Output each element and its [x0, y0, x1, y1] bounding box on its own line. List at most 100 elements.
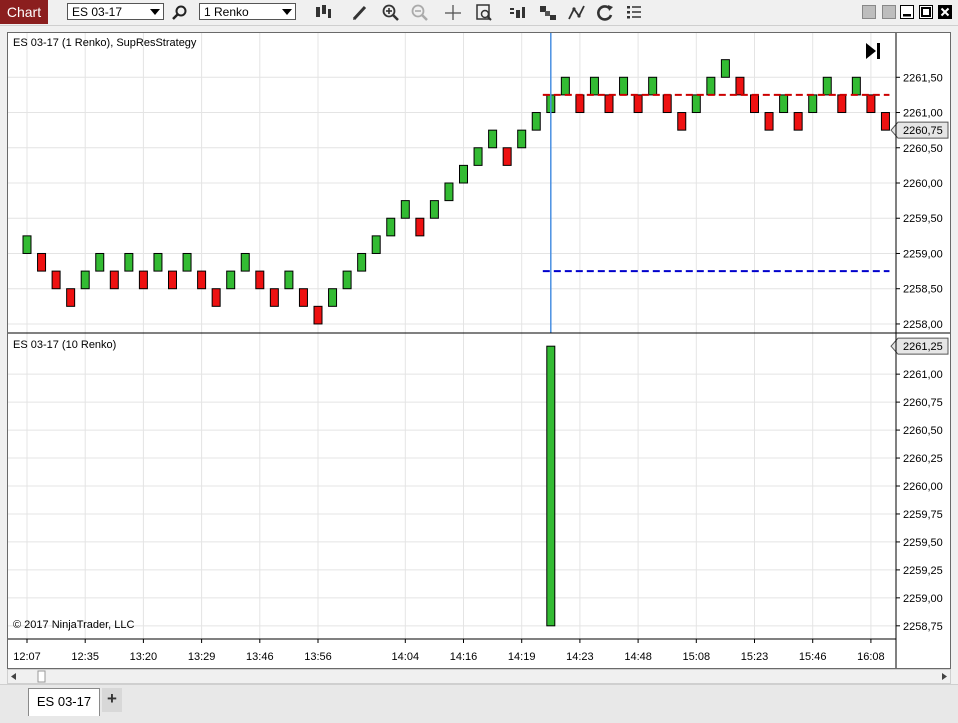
time-tick-label: 12:35 [71, 651, 99, 663]
renko-brick-down [269, 288, 279, 307]
draw-tool-icon[interactable] [350, 3, 370, 22]
add-tab-button[interactable]: + [102, 688, 122, 712]
renko-brick-down [211, 288, 221, 307]
renko-brick-down [880, 112, 890, 131]
bottom-current-price-marker: 2261,25 [890, 337, 949, 355]
minimize-icon[interactable] [900, 5, 914, 19]
tile-right-button[interactable] [882, 5, 896, 19]
tile-left-button[interactable] [862, 5, 876, 19]
renko-brick-up [546, 345, 556, 627]
renko-brick-up [779, 94, 789, 114]
renko-brick-up [488, 129, 498, 149]
renko-brick-up [619, 76, 629, 96]
renko-brick-down [109, 270, 119, 290]
renko-brick-up [386, 217, 396, 237]
top-current-price-marker: 2260,75 [890, 121, 949, 139]
toolbar: Chart ES 03-17 1 Renko [0, 0, 958, 26]
maximize-icon[interactable] [919, 5, 933, 19]
instrument-value: ES 03-17 [72, 5, 123, 19]
instrument-selector[interactable]: ES 03-17 [67, 3, 164, 20]
zoom-out-icon[interactable] [410, 3, 430, 22]
renko-brick-down [764, 112, 774, 131]
renko-brick-down [51, 270, 61, 290]
horizontal-scrollbar[interactable] [7, 669, 951, 684]
renko-brick-up [371, 235, 381, 254]
renko-brick-down [37, 252, 47, 272]
renko-brick-up [444, 182, 454, 202]
price-tick-label: 2260,50 [903, 425, 943, 437]
bottom-panel-label: ES 03-17 (10 Renko) [13, 339, 117, 351]
price-tick-label: 2260,00 [903, 178, 943, 190]
crosshair-icon[interactable] [443, 3, 463, 22]
renko-brick-down [677, 112, 687, 131]
time-tick-label: 15:08 [683, 651, 711, 663]
time-tick-label: 14:16 [450, 651, 478, 663]
price-tick-label: 2261,00 [903, 369, 943, 381]
zoom-in-icon[interactable] [381, 3, 401, 22]
renko-brick-down [735, 76, 745, 96]
renko-brick-down [298, 288, 308, 307]
renko-brick-up [517, 129, 527, 149]
price-tick-label: 2259,25 [903, 565, 943, 577]
time-tick-label: 13:29 [188, 651, 216, 663]
svg-text:2260,75: 2260,75 [903, 125, 943, 137]
scroll-thumb[interactable] [37, 670, 46, 683]
time-tick-label: 14:19 [508, 651, 536, 663]
scroll-left-icon[interactable] [11, 673, 16, 680]
time-tick-label: 13:56 [304, 651, 332, 663]
time-tick-label: 14:48 [624, 651, 652, 663]
renko-brick-down [837, 94, 847, 114]
time-tick-label: 16:08 [857, 651, 885, 663]
search-icon[interactable] [170, 3, 190, 22]
renko-brick-down [633, 94, 643, 114]
time-tick-label: 12:07 [13, 651, 41, 663]
renko-brick-up [124, 252, 134, 272]
drawing-objects-icon[interactable] [567, 3, 587, 22]
price-tick-label: 2258,50 [903, 284, 943, 296]
renko-brick-up [851, 76, 861, 96]
jump-to-end-icon[interactable] [866, 43, 880, 59]
properties-icon[interactable] [624, 3, 644, 22]
chart-menu-button[interactable]: Chart [0, 0, 48, 24]
renko-brick-up [429, 200, 439, 219]
time-tick-label: 14:04 [392, 651, 420, 663]
scroll-right-icon[interactable] [942, 673, 947, 680]
time-tick-label: 15:23 [741, 651, 769, 663]
price-tick-label: 2259,00 [903, 593, 943, 605]
refresh-icon[interactable] [595, 3, 615, 22]
indicators-icon[interactable] [538, 3, 558, 22]
renko-brick-up [691, 94, 701, 114]
renko-brick-down [604, 94, 614, 114]
copyright-text: © 2017 NinjaTrader, LLC [13, 619, 135, 631]
renko-brick-up [182, 252, 192, 272]
renko-brick-down [313, 305, 323, 325]
renko-brick-up [400, 200, 410, 219]
price-tick-label: 2258,75 [903, 621, 943, 633]
renko-brick-up [22, 235, 32, 254]
renko-brick-down [750, 94, 759, 114]
renko-brick-up [342, 270, 352, 290]
renko-brick-up [648, 76, 658, 96]
period-selector[interactable]: 1 Renko [199, 3, 296, 20]
bar-type-icon[interactable] [313, 3, 333, 22]
price-tick-label: 2261,50 [903, 72, 943, 84]
strategies-icon[interactable] [507, 3, 527, 22]
chevron-down-icon [150, 9, 160, 15]
price-tick-label: 2260,25 [903, 453, 943, 465]
renko-brick-up [240, 252, 250, 272]
data-box-icon[interactable] [474, 3, 494, 22]
renko-brick-down [66, 288, 76, 307]
renko-brick-up [822, 76, 832, 96]
close-icon[interactable] [938, 5, 952, 19]
price-tick-label: 2259,00 [903, 248, 943, 260]
price-tick-label: 2259,75 [903, 509, 943, 521]
time-tick-label: 13:20 [130, 651, 158, 663]
renko-brick-down [575, 94, 585, 114]
renko-brick-up [808, 94, 818, 114]
price-tick-label: 2258,00 [903, 319, 943, 331]
time-tick-label: 14:23 [566, 651, 594, 663]
tab-es-03-17[interactable]: ES 03-17 [28, 688, 100, 716]
chart-area[interactable]: 12:07 12:35 13:20 13:29 13:46 13:56 14:04 14:16… [7, 32, 951, 669]
renko-brick-up [589, 76, 599, 96]
chart-canvas[interactable]: 12:07 12:35 13:20 13:29 13:46 13:56 14:04 14:16… [8, 33, 950, 668]
